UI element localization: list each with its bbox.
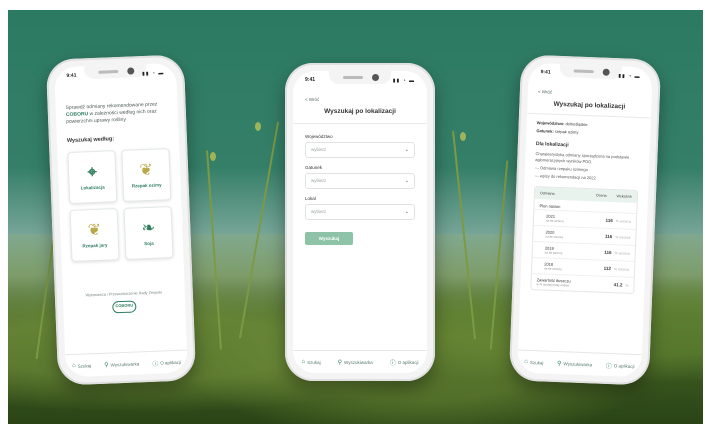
tab-o-aplikacji[interactable]: ⓘ O aplikacji — [152, 357, 181, 367]
phone-center: 9:41 ▮▮ ◔ ▬ < Wróć Wyszukaj po lokalizac… — [285, 63, 435, 381]
phone-right-screen: 9:41 ▮▮ ◔ ▬ < Wróć Wyszukaj po lokalizac… — [517, 62, 653, 378]
plant-bud — [210, 152, 216, 161]
search-icon: ⚲ — [104, 362, 109, 369]
signal-battery-icon: ▮▮ ◔ ▬ — [141, 70, 165, 78]
tab-bar: ⌂ Szukaj ⚲ Wyszukiwarka ⓘ O aplikacji — [293, 350, 427, 373]
chevron-down-icon: ⌄ — [404, 209, 409, 215]
search-by-label: Wyszukaj według: — [66, 136, 115, 145]
section-title: Dla lokalizacji — [535, 141, 569, 149]
card-lokalizacja[interactable]: ⌖ Lokalizacja — [67, 150, 118, 204]
coboru-logo: COBORU — [112, 300, 137, 314]
footer-text: Wykonawca i Przewodniczenie Rady Zespołu — [85, 290, 163, 298]
description-text: Charakterystyka odmiany sporządzona na p… — [535, 151, 630, 164]
field-label: Gatunek — [305, 165, 323, 170]
tab-szukaj[interactable]: ⌂ Szukaj — [301, 359, 320, 365]
home-icon: ⌂ — [301, 359, 306, 365]
tab-bar: ⌂ Szukaj ⚲ Wyszukiwarka ⓘ O aplikacji — [65, 349, 188, 378]
rapeseed-icon: ❦ — [139, 161, 154, 180]
signal-battery-icon: ▮▮ ◔ ▬ — [618, 73, 641, 81]
tab-wyszukiwarka[interactable]: ⚲ Wyszukiwarka — [557, 360, 592, 368]
tab-o-aplikacji[interactable]: ⓘ O aplikacji — [390, 358, 419, 367]
card-soja[interactable]: ❧ Soja — [123, 206, 174, 260]
info-icon: ⓘ — [389, 360, 396, 367]
tab-szukaj[interactable]: ⌂ Szukaj — [72, 362, 91, 369]
info-icon: ⓘ — [152, 361, 159, 368]
info-icon: ⓘ — [605, 363, 612, 370]
intro-text: Sprawdź odmiany rekomendowane przez COBO… — [65, 101, 158, 126]
table-row: Zawartość tłuszczu w % suchej masy nasion… — [531, 273, 634, 293]
home-icon: ⌂ — [71, 362, 76, 369]
divider — [527, 112, 651, 119]
status-bar: 9:41 ▮▮ ◔ ▬ — [66, 69, 164, 81]
chevron-down-icon: ⌄ — [404, 147, 409, 153]
tab-o-aplikacji[interactable]: ⓘ O aplikacji — [606, 360, 635, 370]
field-gatunek: Gatunek wybierz ⌄ — [305, 165, 415, 189]
status-time: 9:41 — [305, 77, 316, 83]
tab-wyszukiwarka[interactable]: ⚲ Wyszukiwarka — [104, 360, 139, 368]
rapeseed-icon: ❦ — [87, 221, 102, 240]
back-button[interactable]: < Wróć — [538, 89, 642, 98]
card-rzepak-ozimy[interactable]: ❦ Rzepak ozimy — [121, 148, 172, 202]
status-bar: 9:41 ▮▮ ◔ ▬ — [305, 77, 415, 85]
tab-wyszukiwarka[interactable]: ⚲ Wyszukiwarka — [338, 359, 373, 366]
tab-bar: ⌂ Szukaj ⚲ Wyszukiwarka ⓘ O aplikacji — [517, 349, 642, 378]
brand-name: COBORU — [65, 111, 89, 119]
meta-gatunek: Gatunek: rzepak ozimy — [536, 128, 579, 135]
status-bar: 9:41 ▮▮ ◔ ▬ — [540, 69, 641, 81]
field-lokal: Lokal wybierz ⌄ — [305, 196, 415, 220]
search-icon: ⚲ — [556, 360, 562, 367]
select-gatunek[interactable]: wybierz ⌄ — [305, 173, 415, 189]
field-wojewodztwo: Województwo wybierz ⌄ — [305, 134, 415, 158]
card-rzepak-jary[interactable]: ❦ Rzepak jary — [69, 208, 120, 262]
select-lokal[interactable]: wybierz ⌄ — [305, 204, 415, 220]
status-time: 9:41 — [540, 69, 551, 76]
phone-center-screen: 9:41 ▮▮ ◔ ▬ < Wróć Wyszukaj po lokalizac… — [293, 71, 427, 373]
back-button[interactable]: < Wróć — [305, 97, 415, 102]
results-table: Odmiana Ocena Wskaźnik Plon nasion 2021 na… — [530, 186, 639, 294]
soy-leaf-icon: ❧ — [141, 219, 156, 238]
bullet-item: — wpisy do rekomendacji na 2022 — [534, 173, 596, 181]
home-icon: ⌂ — [524, 358, 529, 365]
field-label: Lokal — [305, 196, 316, 201]
status-time: 9:41 — [66, 72, 77, 79]
search-category-grid: ⌖ Lokalizacja ❦ Rzepak ozimy ❦ Rzepak ja… — [67, 148, 174, 262]
page-title: Wyszukaj po lokalizacji — [324, 108, 396, 115]
chevron-down-icon: ⌄ — [404, 178, 409, 184]
search-button[interactable]: Wyszukaj — [305, 232, 353, 245]
divider — [293, 123, 427, 124]
phone-right: 9:41 ▮▮ ◔ ▬ < Wróć Wyszukaj po lokalizac… — [508, 54, 662, 386]
field-label: Województwo — [305, 134, 333, 139]
map-pin-icon: ⌖ — [87, 163, 97, 182]
page-title: Wyszukaj po lokalizacji — [553, 100, 626, 111]
plant-bud — [255, 122, 261, 131]
plant-bud — [460, 132, 466, 141]
phone-left: 9:41 ▮▮ ◔ ▬ Sprawdź odmiany rekomendowan… — [45, 54, 197, 386]
phone-left-screen: 9:41 ▮▮ ◔ ▬ Sprawdź odmiany rekomendowan… — [54, 62, 188, 378]
search-icon: ⚲ — [337, 359, 343, 366]
tab-szukaj[interactable]: ⌂ Szukaj — [524, 359, 543, 366]
signal-battery-icon: ▮▮ ◔ ▬ — [392, 78, 415, 84]
select-wojewodztwo[interactable]: wybierz ⌄ — [305, 142, 415, 158]
